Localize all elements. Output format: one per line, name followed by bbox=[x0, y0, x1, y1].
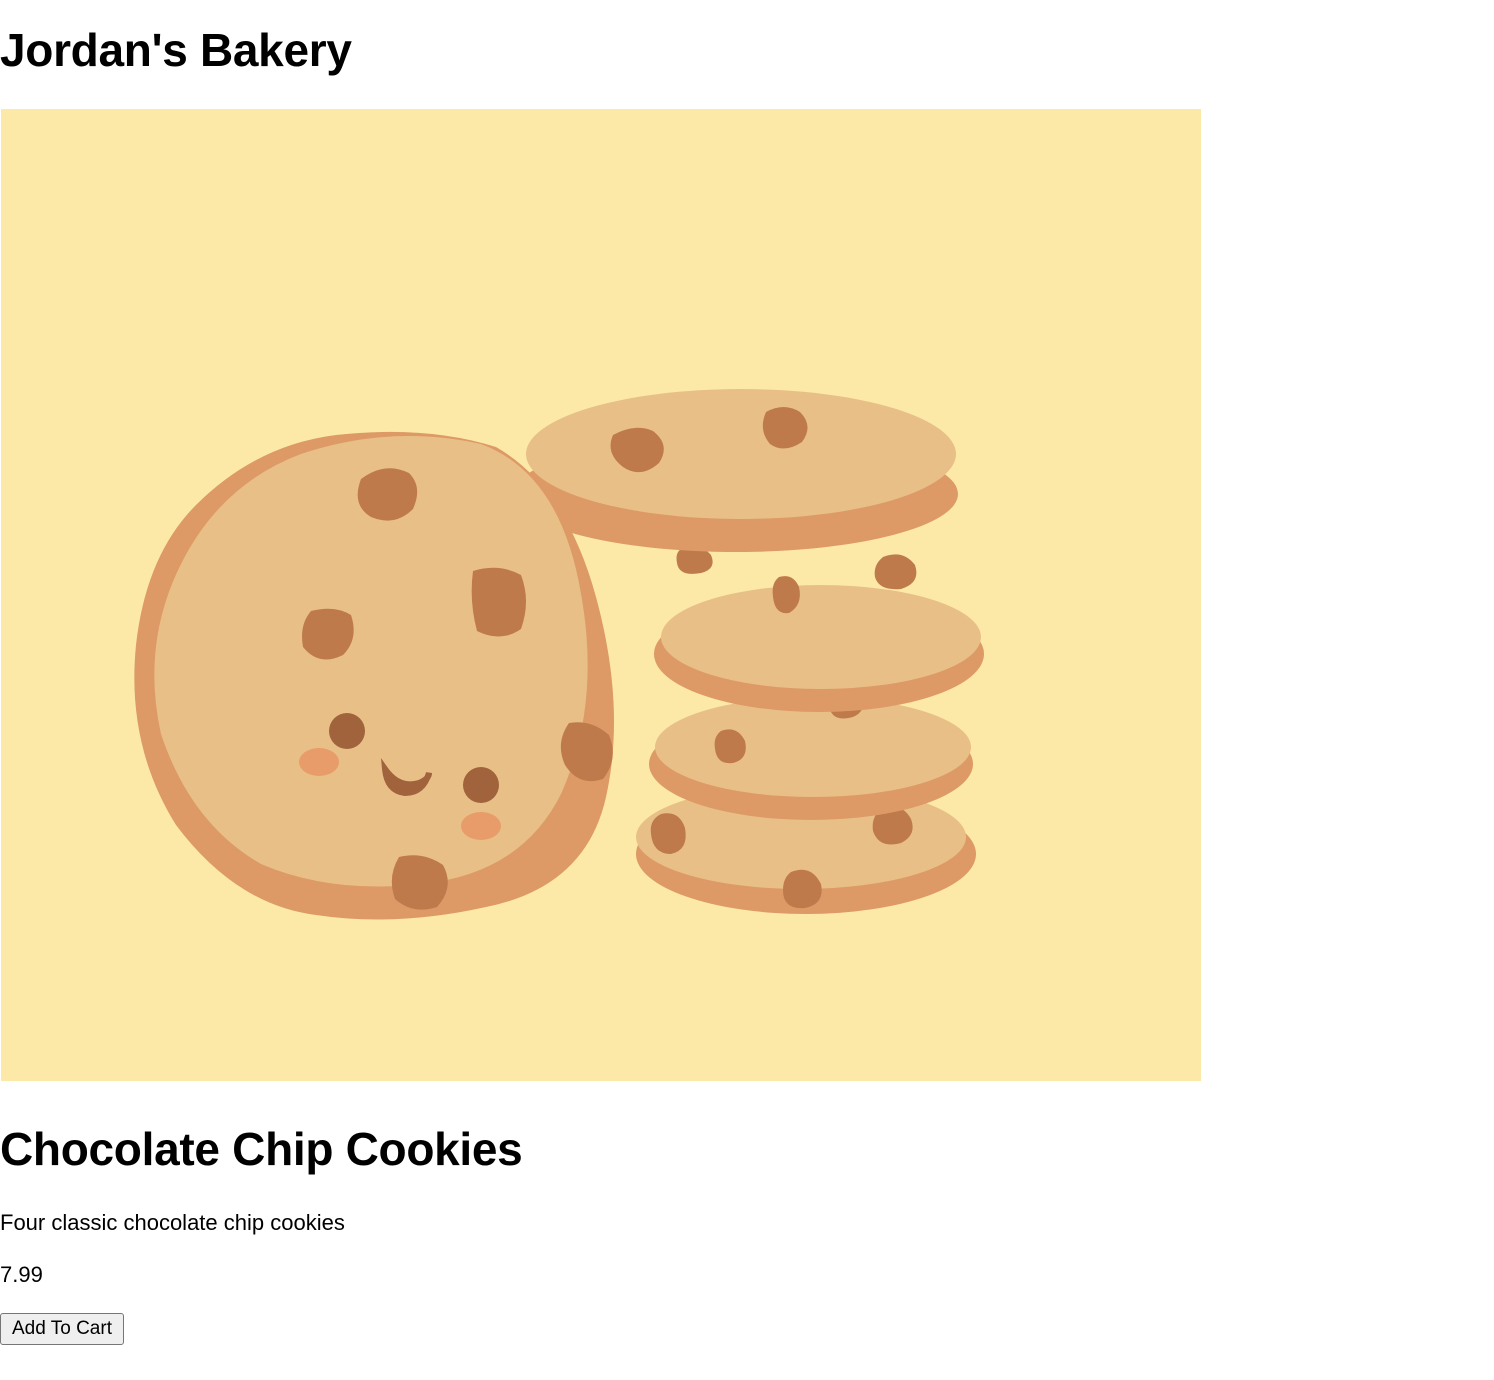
product-name: Chocolate Chip Cookies bbox=[0, 1123, 523, 1175]
page: Jordan's Bakery Chocolate Chip Cookies F… bbox=[0, 0, 1494, 1380]
product-image bbox=[1, 109, 1201, 1081]
cookie-stack-icon bbox=[134, 389, 984, 920]
site-title: Jordan's Bakery bbox=[0, 24, 352, 76]
product-price: 7.99 bbox=[0, 1262, 43, 1287]
add-to-cart-button[interactable]: Add To Cart bbox=[0, 1313, 124, 1345]
product-description: Four classic chocolate chip cookies bbox=[0, 1210, 345, 1235]
